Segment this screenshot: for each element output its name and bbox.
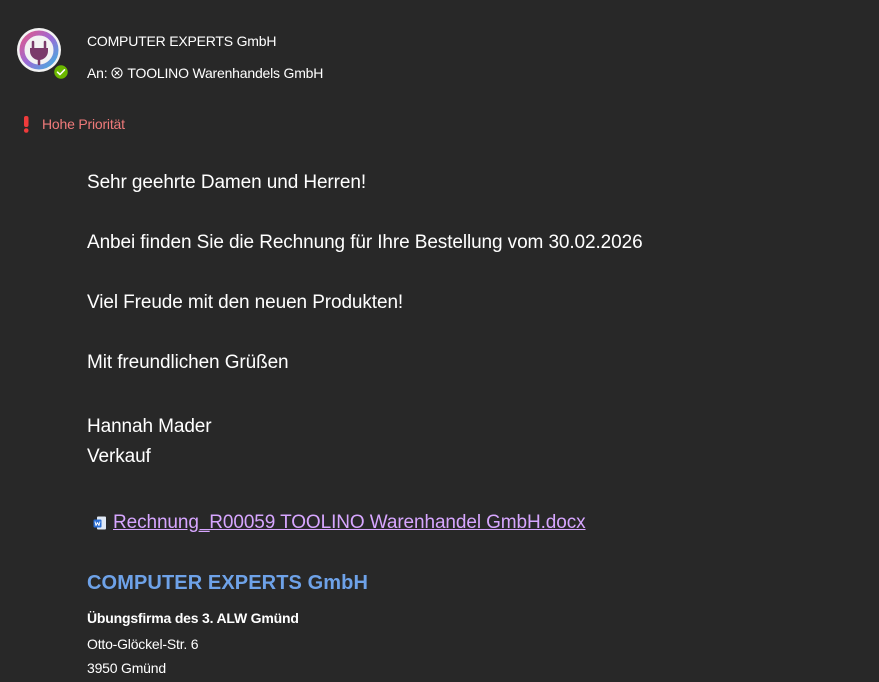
greeting-text: Sehr geehrte Damen und Herren!: [87, 172, 366, 193]
sender-avatar[interactable]: [15, 26, 69, 80]
signature-subtitle: Übungsfirma des 3. ALW Gmünd: [87, 610, 299, 626]
signer-name: Hannah Mader: [87, 416, 212, 437]
priority-label: Hohe Priorität: [42, 116, 125, 132]
recipient-prefix: An:: [87, 65, 108, 81]
close-circle-icon: [111, 67, 123, 79]
signature-street: Otto-Glöckel-Str. 6: [87, 636, 199, 652]
body-line-enjoy: Viel Freude mit den neuen Produkten!: [87, 292, 404, 313]
recipient-name[interactable]: TOOLINO Warenhandels GmbH: [127, 65, 323, 81]
priority-indicator: Hohe Priorität: [20, 115, 125, 133]
email-header: COMPUTER EXPERTS GmbH An: TOOLINO Warenh…: [0, 0, 879, 100]
attachment-link[interactable]: Rechnung_R00059 TOOLINO Warenhandel GmbH…: [93, 512, 586, 534]
exclamation-icon: [23, 116, 29, 133]
signer-role: Verkauf: [87, 446, 151, 467]
email-reading-pane: COMPUTER EXPERTS GmbH An: TOOLINO Warenh…: [0, 0, 879, 682]
word-document-icon: [93, 516, 106, 530]
attachment-filename[interactable]: Rechnung_R00059 TOOLINO Warenhandel GmbH…: [113, 512, 586, 534]
check-circle-icon: [53, 64, 69, 80]
signature-city: 3950 Gmünd: [87, 660, 166, 676]
signature-company: COMPUTER EXPERTS GmbH: [87, 572, 369, 594]
closing-text: Mit freundlichen Grüßen: [87, 352, 289, 373]
recipient-row: An: TOOLINO Warenhandels GmbH: [87, 65, 323, 81]
body-line-invoice: Anbei finden Sie die Rechnung für Ihre B…: [87, 232, 643, 253]
sender-name[interactable]: COMPUTER EXPERTS GmbH: [87, 33, 276, 49]
